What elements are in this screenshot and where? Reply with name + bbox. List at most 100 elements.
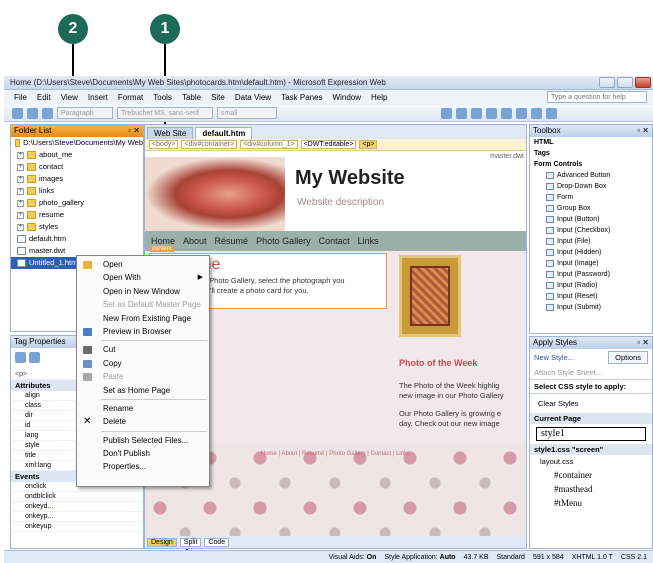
font-select[interactable]: Trebuchet MS, sans-serif [117,107,213,119]
menu-site[interactable]: Site [211,93,225,102]
menu-item-publish-selected-files[interactable]: Publish Selected Files... [77,434,209,447]
menu-format[interactable]: Format [118,93,143,102]
crumb-container[interactable]: <div#container> [181,140,238,149]
view-code-button[interactable]: Code [204,537,230,547]
toolbox-item[interactable]: Drop-Down Box [530,181,652,192]
menu-view[interactable]: View [61,93,78,102]
menu-item-open-in-new-window[interactable]: Open in New Window [77,285,209,298]
folder-item-8[interactable]: default.htm [11,233,143,245]
expand-icon[interactable]: + [17,199,24,207]
menu-item-properties[interactable]: Properties... [77,460,209,473]
current-page-section[interactable]: Current Page [530,413,652,424]
view-design-button[interactable]: Design [147,537,177,547]
toolbox-item[interactable]: Input (Password) [530,269,652,280]
expand-icon[interactable]: + [17,163,24,171]
menu-window[interactable]: Window [333,93,361,102]
align-left-icon[interactable] [501,107,512,119]
clear-styles-item[interactable]: Clear Styles [530,394,652,413]
folder-item-2[interactable]: + contact [11,161,143,173]
italic-icon[interactable] [471,107,482,119]
toolbox-item[interactable]: Input (File) [530,236,652,247]
toolbox-item[interactable]: Advanced Button [530,170,652,181]
toolbox-item[interactable]: Form [530,192,652,203]
size-select[interactable]: small [217,107,277,119]
toolbox-section-html[interactable]: HTML [530,137,652,148]
menu-item-delete[interactable]: ✕ Delete [77,415,209,428]
underline-icon[interactable] [486,107,497,119]
view-split-button[interactable]: Split [179,537,202,547]
event-row[interactable]: onkeyup [11,522,143,532]
toolbox-item[interactable]: Input (Image) [530,258,652,269]
menu-task-panes[interactable]: Task Panes [281,93,322,102]
tab-web-site[interactable]: Web Site [147,127,194,139]
menu-file[interactable]: File [14,93,27,102]
nav-home[interactable]: Home [151,236,175,246]
rule-tmenu[interactable]: #tMenu [530,496,652,510]
expand-icon[interactable]: + [17,223,24,231]
menu-insert[interactable]: Insert [88,93,108,102]
menu-item-copy[interactable]: Copy [77,357,209,370]
toolbox-item[interactable]: Input (Hidden) [530,247,652,258]
crumb-p[interactable]: <p> [359,140,378,149]
css-status[interactable]: CSS 2.1 [621,554,647,561]
menu-item-rename[interactable]: Rename [77,402,209,415]
menu-item-new-from-existing-page[interactable]: New From Existing Page [77,312,209,325]
style1-css-section[interactable]: style1.css "screen" [530,444,652,455]
folder-item-0[interactable]: D:\Users\Steve\Documents\My Web [11,137,143,149]
panel-close-icon[interactable]: ▫ ✕ [637,125,649,137]
categorize-icon[interactable] [15,352,26,363]
list-icon[interactable] [531,107,542,119]
menu-item-set-as-home-page[interactable]: Set as Home Page [77,384,209,397]
maximize-button[interactable] [617,77,633,88]
nav-about[interactable]: About [183,236,207,246]
rule-masthead[interactable]: #masthead [530,482,652,496]
style-select[interactable]: Paragraph [57,107,113,119]
doctype-status[interactable]: XHTML 1.0 T [572,554,613,561]
attach-style-sheet-link[interactable]: Attach Style Sheet... [530,366,652,379]
toolbox-section-tags[interactable]: Tags [530,148,652,159]
crumb-body[interactable]: <body> [149,140,179,149]
sort-icon[interactable] [29,352,40,363]
menu-tools[interactable]: Tools [153,93,172,102]
new-page-icon[interactable] [12,107,23,119]
rule-container[interactable]: #container [530,468,652,482]
menu-item-open-with[interactable]: Open With ▶ [77,271,209,284]
border-icon[interactable] [546,107,557,119]
folder-item-1[interactable]: + about_me [11,149,143,161]
event-row[interactable]: onkeyd... [11,502,143,512]
menu-help[interactable]: Help [371,93,387,102]
visual-aids-status[interactable]: Visual Aids: On [329,554,377,561]
folder-item-7[interactable]: + styles [11,221,143,233]
undo-icon[interactable] [441,107,452,119]
help-search-input[interactable]: Type a question for help [547,91,647,103]
folder-item-3[interactable]: + images [11,173,143,185]
mode-status[interactable]: Standard [497,554,525,561]
panel-close-icon[interactable]: ▫ ✕ [128,125,140,137]
menu-item-don-t-publish[interactable]: Don't Publish [77,447,209,460]
style1-item[interactable]: style1 [536,427,646,441]
panel-close-icon[interactable]: ▫ ✕ [637,337,649,349]
toolbox-item[interactable]: Input (Reset) [530,291,652,302]
save-icon[interactable] [42,107,53,119]
crumb-column[interactable]: <div#column_1> [240,140,298,149]
toolbox-item[interactable]: Group Box [530,203,652,214]
folder-item-4[interactable]: + links [11,185,143,197]
menu-item-preview-in-browser[interactable]: Preview in Browser [77,325,209,338]
toolbox-item[interactable]: Input (Submit) [530,302,652,313]
menu-data-view[interactable]: Data View [235,93,271,102]
minimize-button[interactable] [599,77,615,88]
expand-icon[interactable]: + [17,211,24,219]
folder-item-5[interactable]: + photo_gallery [11,197,143,209]
toolbox-item[interactable]: Input (Button) [530,214,652,225]
menu-edit[interactable]: Edit [37,93,51,102]
tab-default-htm[interactable]: default.htm [195,127,253,139]
open-icon[interactable] [27,107,38,119]
folder-item-6[interactable]: + resume [11,209,143,221]
expand-icon[interactable]: + [17,151,24,159]
expand-icon[interactable]: + [17,175,24,183]
nav-links[interactable]: Links [358,236,379,246]
event-row[interactable]: ondblclick [11,492,143,502]
nav-photo-gallery[interactable]: Photo Gallery [256,236,311,246]
layout-css-item[interactable]: layout.css [530,455,652,468]
expand-icon[interactable]: + [17,187,24,195]
